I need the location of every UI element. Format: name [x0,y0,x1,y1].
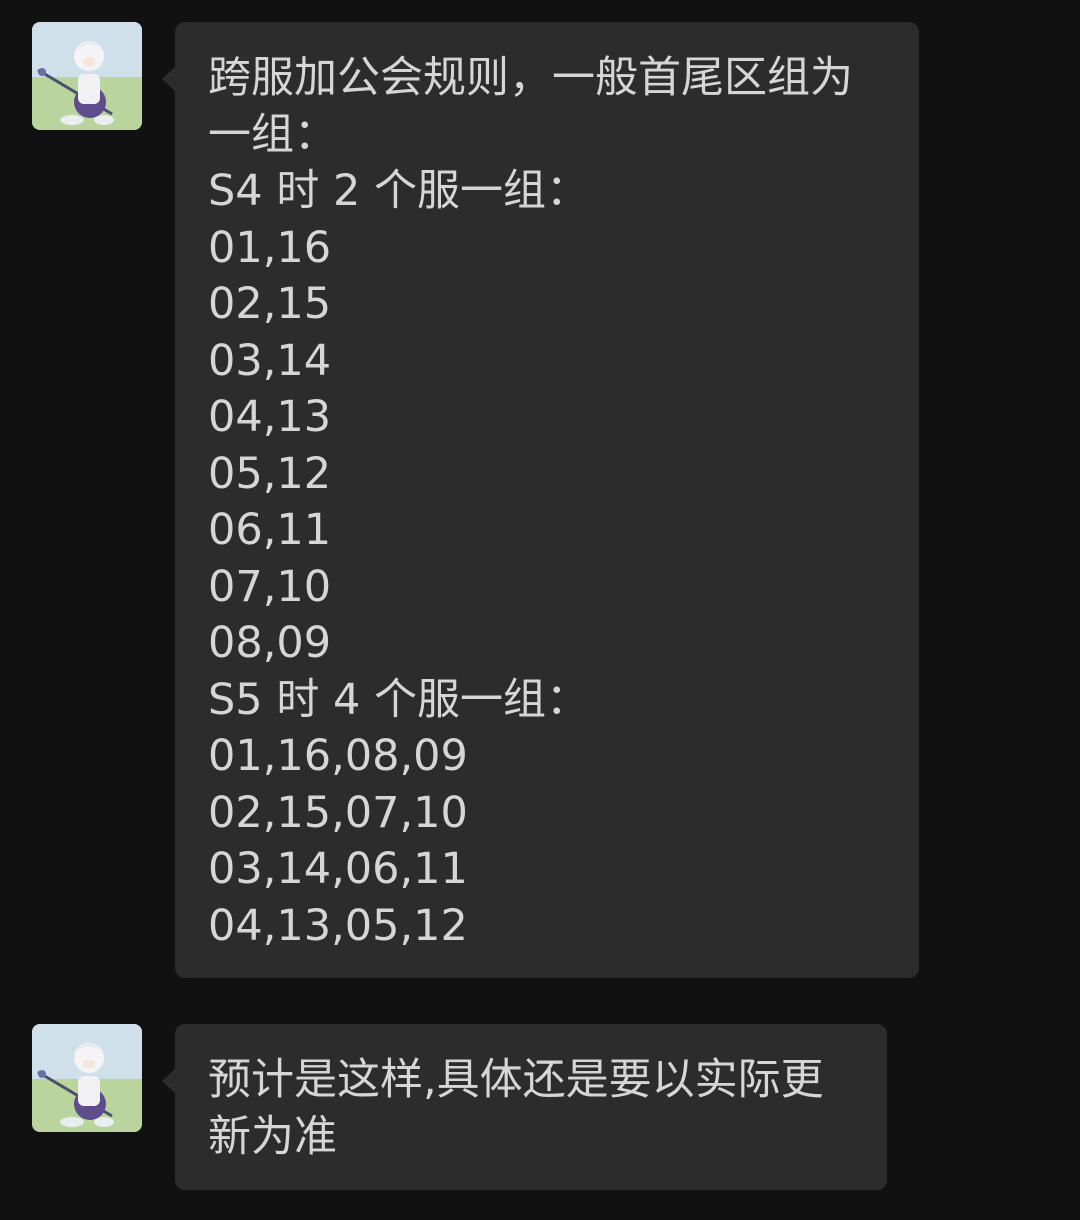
message-text-line: 01,16 [208,222,332,273]
message-text-line: 03,14,06,11 [208,844,468,894]
message-text-line: 02,15 [208,279,332,329]
anime-character-avatar-icon [32,22,142,130]
message-text-line: 04,13,05,12 [208,900,468,951]
message-text-line: 03,14 [208,335,332,386]
sender-avatar[interactable] [32,22,142,130]
sender-avatar[interactable] [32,1024,142,1132]
message-text-line: 预计是这样,具体还是要以实际更 [208,1055,824,1105]
message-text-line: 05,12 [208,448,332,499]
message-text-line: S4 时 2 个服一组： [208,166,590,216]
anime-character-avatar-icon [32,1024,142,1132]
message-text-line: 02,15,07,10 [208,787,468,838]
message-bubble[interactable]: 预计是这样,具体还是要以实际更 新为准 [162,1024,887,1190]
message-text-line: 04,13 [208,392,332,442]
message-text-line: 08,09 [208,618,332,668]
message-text-line: 06,11 [208,505,332,555]
message-text-line: S5 时 4 个服一组： [208,674,590,725]
message-text-line: 07,10 [208,561,332,612]
message-text-line: 一组： [208,109,337,160]
message-text-line: 跨服加公会规则，一般首尾区组为 [208,53,853,103]
message-text-line: 01,16,08,09 [208,731,468,781]
message-text-line: 新为准 [208,1111,337,1162]
message-bubble[interactable]: 跨服加公会规则，一般首尾区组为 一组： S4 时 2 个服一组： 01,16 0… [162,22,919,978]
